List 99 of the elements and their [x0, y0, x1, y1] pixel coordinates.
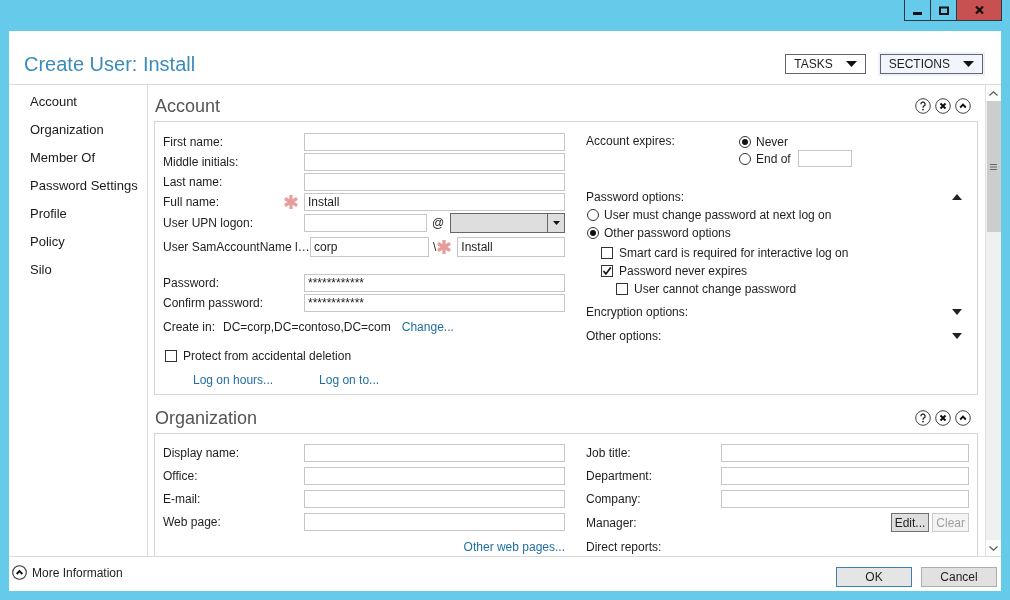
radio-option[interactable]: Never [739, 133, 788, 150]
section-title: Account [155, 94, 221, 118]
collapse-icon[interactable] [955, 97, 971, 114]
field-label: Department: [586, 469, 654, 483]
collapse-icon[interactable] [955, 409, 971, 426]
text-field[interactable] [304, 133, 565, 151]
field-label: User UPN logon: [163, 216, 254, 230]
section-title: Organization [155, 406, 258, 430]
separator-text: \ [433, 240, 437, 254]
caret-icon [963, 60, 974, 67]
text-field[interactable] [304, 513, 565, 531]
more-information-toggle[interactable]: More Information [12, 565, 123, 580]
caret-icon [552, 221, 560, 225]
down-triangle-icon[interactable] [952, 309, 962, 315]
date-field[interactable] [797, 150, 852, 167]
scrollbar-thumb[interactable] [986, 101, 1001, 232]
field-label: Account expires: [586, 133, 676, 150]
scrollbar[interactable] [985, 85, 1001, 556]
text-field[interactable] [304, 444, 565, 462]
menu-button[interactable]: TASKS [785, 53, 866, 74]
checkbox-option[interactable]: User cannot change password [616, 280, 797, 298]
checkbox-icon[interactable] [601, 265, 613, 277]
dialog-button[interactable]: Cancel [921, 567, 997, 587]
group-label: Encryption options: [586, 305, 689, 319]
text-field[interactable]: corp [310, 237, 429, 257]
field-label: Web page: [163, 515, 222, 529]
text-field[interactable]: Install [457, 237, 565, 257]
link[interactable]: Log on to... [319, 373, 380, 387]
help-icon[interactable] [915, 409, 931, 426]
text-field[interactable] [304, 467, 565, 485]
checkbox-option[interactable]: Protect from accidental deletion [165, 347, 352, 365]
down-triangle-icon[interactable] [952, 333, 962, 339]
minimize-icon [913, 12, 922, 15]
group-label: Other options: [586, 329, 662, 343]
checkbox-icon[interactable] [616, 283, 628, 295]
field-label: Display name: [163, 446, 241, 460]
field-label: Confirm password: [163, 296, 264, 310]
checkbox-icon[interactable] [165, 350, 177, 362]
text-field[interactable]: Install [304, 193, 565, 211]
close-icon[interactable] [935, 97, 951, 114]
text-field[interactable] [304, 173, 565, 191]
field-label: Manager: [586, 515, 637, 530]
dialog-button[interactable]: OK [836, 567, 912, 587]
sidebar-item[interactable]: Policy [30, 228, 65, 256]
checkbox-option[interactable]: Password never expires [601, 262, 748, 280]
action-button[interactable]: Edit... [890, 513, 930, 532]
field-label: E-mail: [163, 492, 202, 506]
checkbox-option[interactable]: Smart card is required for interactive log on [601, 244, 849, 262]
sidebar-item[interactable]: Password Settings [30, 172, 138, 200]
up-triangle-icon[interactable] [952, 194, 962, 200]
container-path-text: DC=corp,DC=contoso,DC=com [223, 320, 391, 334]
page-title: Create User: Install [24, 51, 196, 76]
scroll-up-icon[interactable] [989, 90, 998, 96]
radio-icon[interactable] [587, 227, 599, 239]
radio-icon[interactable] [587, 209, 599, 221]
radio-option[interactable]: Other password options [587, 224, 731, 242]
text-field[interactable] [721, 444, 969, 462]
field-label: Middle initials: [163, 155, 239, 169]
field-label: Company: [586, 492, 642, 506]
text-field[interactable] [304, 214, 427, 232]
close-icon [974, 6, 984, 14]
help-icon[interactable] [915, 97, 931, 114]
sidebar-item[interactable]: Account [30, 88, 77, 116]
field-label: Full name: [163, 195, 220, 209]
field-label: Direct reports: [586, 540, 662, 554]
link[interactable]: Log on hours... [193, 373, 274, 387]
separator-text: @ [432, 216, 445, 230]
text-field[interactable] [721, 467, 969, 485]
checkbox-icon[interactable] [601, 247, 613, 259]
field-label: Job title: [586, 446, 632, 460]
password-field[interactable]: ************ [304, 294, 565, 312]
field-label: Office: [163, 469, 199, 483]
radio-icon[interactable] [739, 135, 751, 148]
close-icon[interactable] [935, 409, 951, 426]
field-label: Last name: [163, 175, 223, 189]
scroll-down-icon[interactable] [989, 545, 998, 551]
group-label: Password options: [586, 190, 685, 204]
link[interactable]: Other web pages... [463, 540, 565, 554]
text-field[interactable] [721, 490, 969, 508]
menu-button[interactable]: SECTIONS [879, 53, 983, 74]
sidebar-item[interactable]: Silo [30, 256, 52, 284]
chevron-up-icon [12, 565, 27, 580]
field-label: User SamAccountName l… [163, 240, 310, 254]
radio-icon[interactable] [739, 152, 751, 165]
field-label: Create in: [163, 320, 216, 334]
link[interactable]: Change... [401, 320, 454, 334]
text-field[interactable] [304, 490, 565, 508]
field-label: Password: [163, 276, 220, 290]
maximize-icon [938, 5, 949, 15]
radio-option[interactable]: End of [739, 150, 791, 167]
sidebar-item[interactable]: Member Of [30, 144, 95, 172]
field-label: First name: [163, 135, 223, 149]
radio-option[interactable]: User must change password at next log on [587, 206, 832, 224]
sidebar-item[interactable]: Profile [30, 200, 67, 228]
text-field[interactable] [304, 153, 565, 171]
caret-icon [845, 60, 857, 67]
password-field[interactable]: ************ [304, 274, 565, 292]
sidebar-item[interactable]: Organization [30, 116, 104, 144]
close-button[interactable] [957, 0, 1001, 20]
